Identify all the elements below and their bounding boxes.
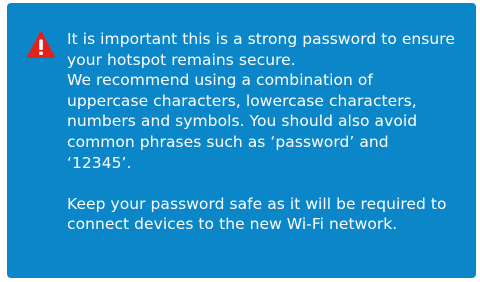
warning-triangle-icon [27,31,55,59]
warning-exclamation-dot [39,51,43,55]
password-advice-panel: It is important this is a strong passwor… [7,3,476,278]
warning-exclamation-bar [39,39,43,50]
keep-password-safe-paragraph: Keep your password safe as it will be re… [67,194,447,234]
password-advice-text: It is important this is a strong passwor… [67,29,455,235]
strong-password-paragraph: It is important this is a strong passwor… [67,30,455,172]
